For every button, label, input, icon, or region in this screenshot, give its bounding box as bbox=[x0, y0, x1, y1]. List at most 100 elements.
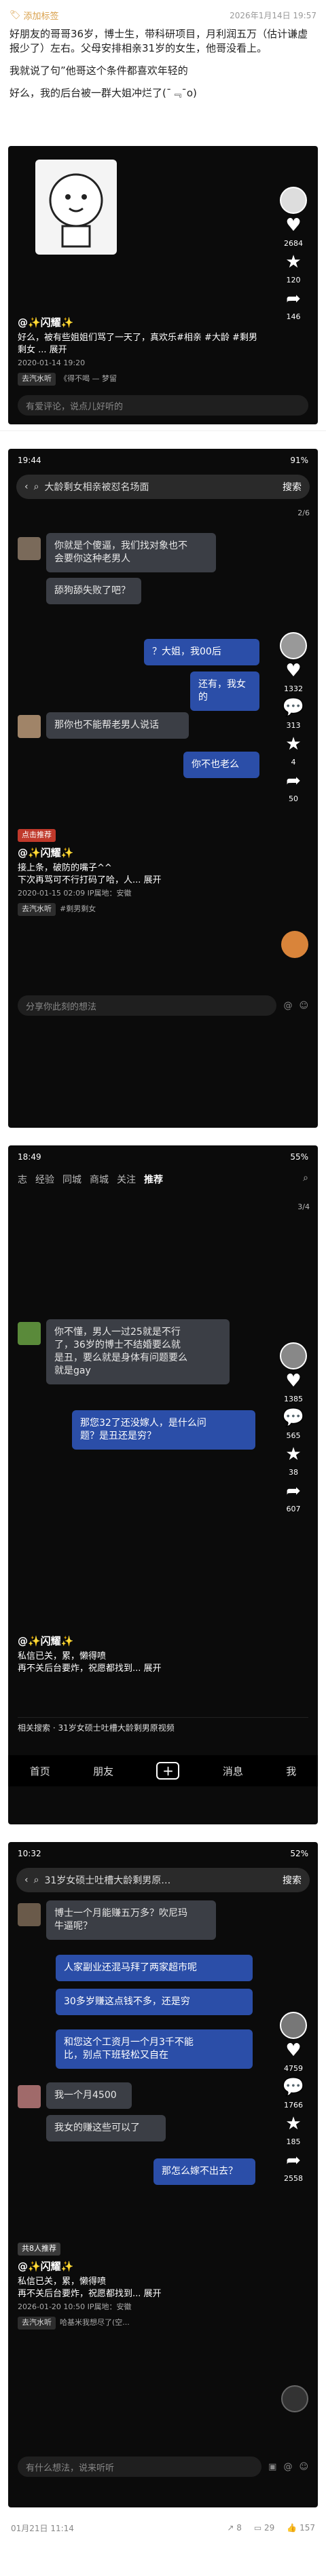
heart-icon[interactable]: ♥ bbox=[282, 659, 305, 682]
post-description-more[interactable]: 再不关后台要炸，祝愿都找到... 展开 bbox=[18, 1663, 264, 1675]
favorite-count: 120 bbox=[286, 276, 301, 284]
status-time: 10:32 bbox=[18, 1849, 41, 1858]
author-name[interactable]: @✨闪耀✨ bbox=[18, 316, 264, 329]
star-icon[interactable]: ★ bbox=[282, 1443, 305, 1466]
image-icon[interactable]: ▣ bbox=[268, 2462, 276, 2472]
share-icon[interactable]: ➦ bbox=[282, 287, 305, 310]
share-icon[interactable]: ➦ bbox=[282, 1479, 305, 1503]
search-bar[interactable]: ‹ ⌕ 31岁女硕士吐槽大龄剩男原… 搜索 bbox=[16, 1868, 310, 1892]
note-header: 🏷 添加标签 2026年1月14日 19:57 bbox=[10, 7, 316, 23]
tab-item[interactable]: 经验 bbox=[35, 1173, 54, 1186]
create-button[interactable]: + bbox=[156, 1762, 180, 1780]
status-bar: 19:44 91% bbox=[8, 449, 318, 472]
thumbs-up-icon: 👍 bbox=[287, 2523, 297, 2533]
chat-bubble-left: 我女的赚这些可以了 bbox=[46, 2115, 166, 2141]
like-count: 2684 bbox=[284, 239, 303, 248]
post-description: 私信已关，累，懒得喷 bbox=[18, 2277, 107, 2287]
favorite-count: 38 bbox=[289, 1468, 298, 1477]
ip-location: IP属地：安徽 bbox=[87, 889, 132, 898]
search-button[interactable]: 搜索 bbox=[283, 480, 302, 494]
author-name[interactable]: @✨闪耀✨ bbox=[18, 2260, 264, 2273]
chat-bubble-right: 你不也老么 bbox=[183, 752, 259, 778]
star-icon[interactable]: ★ bbox=[282, 2112, 305, 2135]
like-count: 1385 bbox=[284, 1395, 303, 1403]
nav-friends[interactable]: 朋友 bbox=[93, 1764, 113, 1778]
avatar bbox=[18, 1903, 41, 1926]
music-chip[interactable]: 去汽水听 bbox=[18, 903, 56, 916]
tab-item[interactable]: 同城 bbox=[62, 1173, 82, 1186]
emoji-icon[interactable]: ☺ bbox=[299, 2462, 308, 2472]
comment-input[interactable]: 有爱评论，说点儿好听的 bbox=[18, 395, 308, 416]
post-footer: 01月21日 11:14 ↗ 8 ▭ 29 👍 157 bbox=[0, 2507, 326, 2548]
avatar[interactable] bbox=[280, 2012, 307, 2039]
comment-input[interactable]: 分享你此刻的想法 bbox=[18, 995, 277, 1016]
share-action[interactable]: ↗ 8 bbox=[227, 2523, 242, 2533]
nav-home[interactable]: 首页 bbox=[30, 1764, 50, 1778]
search-input[interactable]: 31岁女硕士吐槽大龄剩男原… bbox=[44, 1873, 170, 1887]
avatar[interactable] bbox=[280, 632, 307, 659]
back-icon[interactable]: ‹ bbox=[24, 481, 29, 492]
search-bar[interactable]: ‹ ⌕ 大龄剩女相亲被怼名场面 搜索 bbox=[16, 475, 310, 499]
nav-profile[interactable]: 我 bbox=[286, 1764, 296, 1778]
action-rail: ♥ 1385 💬 565 ★ 38 ➦ 607 bbox=[277, 1342, 310, 1516]
related-search[interactable]: 相关搜索 · 31岁女硕士吐槽大龄剩男原视频 bbox=[18, 1717, 308, 1737]
chat-bubble-left: 舔狗舔失败了吧？ bbox=[46, 578, 141, 604]
search-input[interactable]: 大龄剩女相亲被怼名场面 bbox=[44, 480, 149, 494]
note-paragraph-3: 好么，我的后台被一群大姐冲烂了(¯﹃¯o) bbox=[10, 87, 197, 99]
recommend-tag[interactable]: 点击推荐 bbox=[18, 829, 56, 842]
avatar[interactable] bbox=[280, 187, 307, 214]
share-icon[interactable]: ➦ bbox=[282, 2149, 305, 2172]
share-icon[interactable]: ➦ bbox=[282, 769, 305, 792]
music-disc-icon[interactable] bbox=[281, 931, 308, 958]
status-bar: 18:49 55% bbox=[8, 1145, 318, 1169]
like-action[interactable]: 👍 157 bbox=[287, 2523, 315, 2533]
tab-item[interactable]: 志 bbox=[18, 1173, 27, 1186]
heart-icon[interactable]: ♥ bbox=[282, 214, 305, 237]
like-count: 157 bbox=[300, 2523, 315, 2533]
avatar[interactable] bbox=[280, 1342, 307, 1369]
chat-bubble-left: 你不懂，男人一过25就是不行 了，36岁的博士不结婚要么就 是丑，要么就是身体有… bbox=[46, 1319, 230, 1384]
comment-icon[interactable]: 💬 bbox=[282, 1406, 305, 1429]
tab-recommend[interactable]: 推荐 bbox=[144, 1173, 163, 1186]
add-tag-label: 添加标签 bbox=[23, 11, 59, 22]
top-tabs: 志 经验 同城 商城 关注 推荐 ⌕ bbox=[8, 1169, 318, 1190]
at-icon[interactable]: @ bbox=[283, 1001, 292, 1011]
music-chip[interactable]: 去汽水听 bbox=[18, 2317, 56, 2330]
cartoon-sticker-image bbox=[35, 160, 117, 255]
search-icon: ⌕ bbox=[33, 1875, 39, 1885]
comment-action[interactable]: ▭ 29 bbox=[254, 2523, 274, 2533]
page-indicator: 2/6 bbox=[297, 509, 310, 517]
comment-icon[interactable]: 💬 bbox=[282, 696, 305, 719]
note-section: 🏷 添加标签 2026年1月14日 19:57 好朋友的哥哥36岁，博士生，带科研… bbox=[0, 0, 326, 431]
star-icon[interactable]: ★ bbox=[282, 251, 305, 274]
search-button[interactable]: 搜索 bbox=[283, 1873, 302, 1887]
avatar bbox=[18, 715, 41, 738]
post-description-more[interactable]: 再不关后台要炸，祝愿都找到... 展开 bbox=[18, 2288, 264, 2300]
comment-input[interactable]: 有什么想法，说来听听 bbox=[18, 2457, 262, 2477]
post-description-more[interactable]: 下次再骂可不行打码了哈，人... 展开 bbox=[18, 875, 264, 887]
heart-icon[interactable]: ♥ bbox=[282, 1369, 305, 1393]
tab-item[interactable]: 商城 bbox=[90, 1173, 109, 1186]
tab-item[interactable]: 关注 bbox=[117, 1173, 136, 1186]
recommend-tag[interactable]: 共8人推荐 bbox=[18, 2243, 60, 2256]
add-tag-button[interactable]: 🏷 添加标签 bbox=[10, 9, 59, 22]
at-icon[interactable]: @ bbox=[283, 2462, 292, 2472]
comment-count: 1766 bbox=[284, 2101, 303, 2110]
emoji-icon[interactable]: ☺ bbox=[299, 1001, 308, 1011]
back-icon[interactable]: ‹ bbox=[24, 1875, 29, 1885]
star-icon[interactable]: ★ bbox=[282, 733, 305, 756]
comment-count: 29 bbox=[264, 2523, 275, 2533]
music-disc-icon[interactable] bbox=[281, 2385, 308, 2412]
comment-icon[interactable]: 💬 bbox=[282, 2076, 305, 2099]
nav-messages[interactable]: 消息 bbox=[223, 1764, 243, 1778]
music-title: #剩男剩女 bbox=[60, 904, 96, 914]
screenshot-card-4: 10:32 52% ‹ ⌕ 31岁女硕士吐槽大龄剩男原… 搜索 博士一个月能赚五万多？吹… bbox=[8, 1842, 318, 2507]
author-name[interactable]: @✨闪耀✨ bbox=[18, 846, 264, 860]
heart-icon[interactable]: ♥ bbox=[282, 2039, 305, 2062]
comment-bar: 有什么想法，说来听听 ▣ @ ☺ bbox=[8, 2453, 318, 2480]
share-count: 2558 bbox=[284, 2174, 303, 2183]
author-name[interactable]: @✨闪耀✨ bbox=[18, 1634, 264, 1648]
search-icon[interactable]: ⌕ bbox=[303, 1173, 308, 1186]
music-chip[interactable]: 去汽水听 bbox=[18, 373, 56, 386]
chat-bubble-right: 那怎么嫁不出去？ bbox=[153, 2158, 255, 2185]
